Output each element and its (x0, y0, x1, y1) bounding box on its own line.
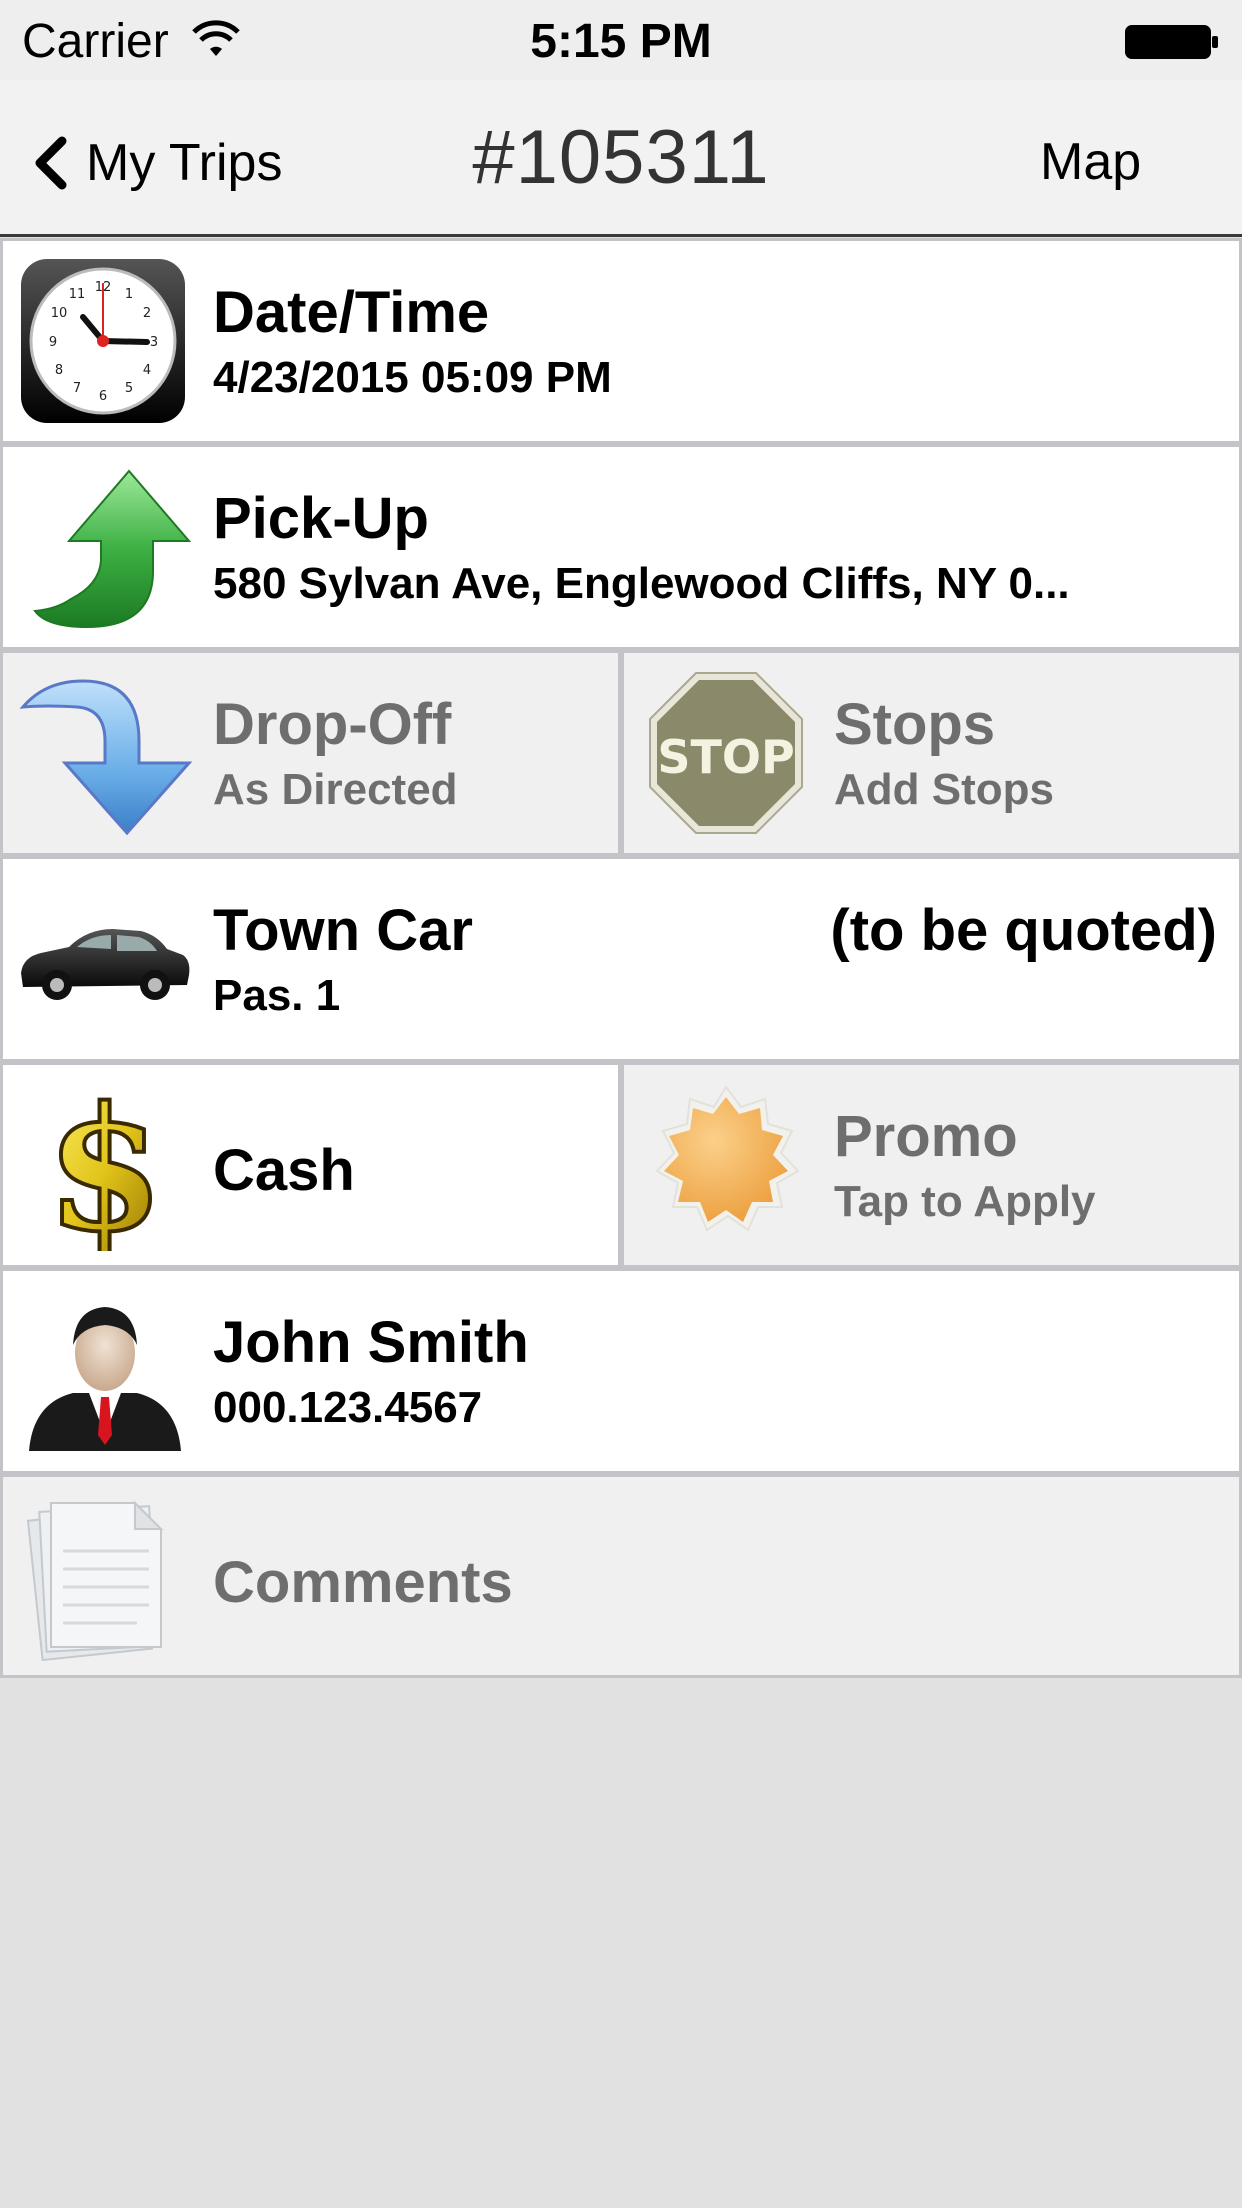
blue-arrow-down-icon (19, 679, 193, 836)
svg-text:3: 3 (150, 335, 158, 350)
passenger-row[interactable]: John Smith 000.123.4567 (0, 1268, 1242, 1474)
datetime-row[interactable]: 1212 345 678 91011 Date/Time 4/23/2015 0… (0, 238, 1242, 444)
stop-sign-text: STOP (657, 730, 794, 784)
passenger-count: Pas. 1 (213, 971, 341, 1020)
pickup-row[interactable]: Pick-Up 580 Sylvan Ave, Englewood Cliffs… (0, 444, 1242, 650)
comments-title: Comments (213, 1550, 513, 1615)
promo-row[interactable]: Promo Tap to Apply (621, 1062, 1242, 1268)
pickup-title: Pick-Up (213, 486, 429, 551)
stops-row[interactable]: STOP Stops Add Stops (621, 650, 1242, 856)
svg-text:8: 8 (55, 363, 63, 378)
svg-text:4: 4 (143, 363, 151, 378)
passenger-name: John Smith (213, 1310, 529, 1375)
map-button[interactable]: Map (1040, 132, 1141, 192)
promo-badge-icon (655, 1085, 800, 1232)
payment-row[interactable]: $ Cash (0, 1062, 621, 1268)
comments-row[interactable]: Comments (0, 1474, 1242, 1678)
svg-text:1: 1 (125, 287, 133, 302)
clock-icon: 1212 345 678 91011 (21, 259, 185, 423)
svg-text:10: 10 (51, 306, 68, 321)
green-arrow-up-icon (33, 469, 192, 629)
promo-title: Promo (834, 1104, 1018, 1169)
datetime-value: 4/23/2015 05:09 PM (213, 353, 612, 402)
svg-text:7: 7 (73, 381, 81, 396)
stops-title: Stops (834, 692, 996, 757)
dollar-icon: $ (44, 1079, 166, 1251)
svg-text:2: 2 (143, 306, 151, 321)
navigation-bar: My Trips #105311 Map (0, 80, 1242, 237)
stop-sign-icon: STOP (649, 672, 803, 834)
vehicle-price: (to be quoted) (830, 898, 1217, 963)
svg-text:9: 9 (49, 335, 57, 350)
datetime-title: Date/Time (213, 280, 490, 345)
svg-text:5: 5 (125, 381, 133, 396)
pickup-address: 580 Sylvan Ave, Englewood Cliffs, NY 0..… (213, 559, 1070, 608)
document-icon (26, 1500, 164, 1662)
svg-text:$: $ (46, 1079, 164, 1251)
stops-value: Add Stops (834, 765, 1054, 814)
status-time: 5:15 PM (530, 15, 712, 68)
promo-value: Tap to Apply (834, 1177, 1096, 1226)
status-bar: Carrier 5:15 PM (0, 0, 1242, 80)
dropoff-value: As Directed (213, 765, 458, 814)
person-icon (29, 1307, 181, 1451)
car-icon (21, 929, 190, 1000)
svg-text:11: 11 (69, 287, 86, 302)
dropoff-title: Drop-Off (213, 692, 452, 757)
vehicle-row[interactable]: Town Car Pas. 1 (to be quoted) (0, 856, 1242, 1062)
svg-text:6: 6 (99, 389, 107, 404)
payment-title: Cash (213, 1138, 355, 1203)
vehicle-title: Town Car (213, 898, 473, 963)
dropoff-row[interactable]: Drop-Off As Directed (0, 650, 621, 856)
passenger-phone: 000.123.4567 (213, 1383, 483, 1432)
battery-icon (1125, 25, 1218, 59)
